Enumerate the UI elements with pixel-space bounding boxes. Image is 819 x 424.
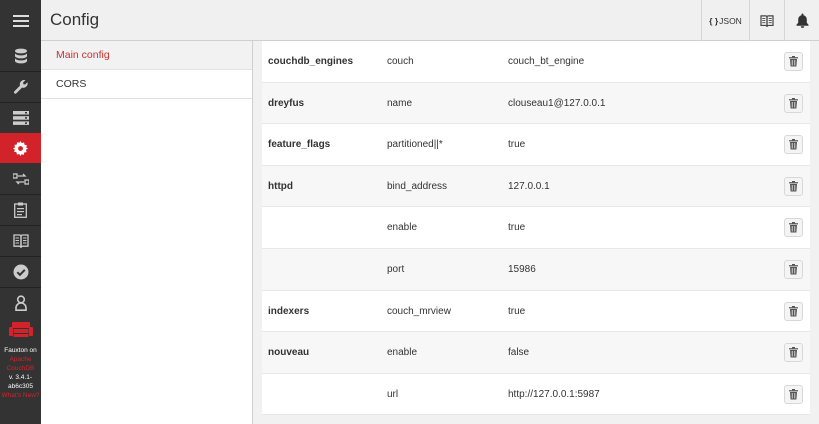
config-content: couchdb_engines couch couch_bt_engine dreyf… xyxy=(253,41,819,424)
database-icon[interactable] xyxy=(0,41,41,71)
notifications-button[interactable] xyxy=(784,0,819,41)
book-icon[interactable] xyxy=(0,226,41,256)
delete-option-button[interactable] xyxy=(784,135,803,155)
json-api-label: JSON xyxy=(719,15,742,26)
config-option[interactable]: port xyxy=(387,249,404,291)
footer-commit: ab6c305 xyxy=(8,383,33,390)
config-section: couchdb_engines xyxy=(268,56,354,67)
config-section: feature_flags xyxy=(268,139,331,151)
delete-option-button[interactable] xyxy=(784,52,803,71)
footer-version: v. 3.4.1- xyxy=(8,374,32,381)
config-value[interactable]: 15986 xyxy=(508,249,536,291)
config-option[interactable]: bind_address xyxy=(387,166,447,208)
book-icon xyxy=(760,14,774,27)
footer-fauxton-label: Fauxton on xyxy=(4,347,37,354)
config-row: feature_flags partitioned||* true xyxy=(262,124,810,166)
config-option[interactable]: enable xyxy=(387,332,417,374)
config-row: port 15986 xyxy=(262,248,810,291)
json-api-button[interactable]: { } JSON xyxy=(701,0,749,41)
sidebar-item-cors[interactable]: CORS xyxy=(41,70,252,99)
docs-button[interactable] xyxy=(749,0,784,41)
menu-icon[interactable] xyxy=(0,0,41,41)
page-header: Config { } JSON xyxy=(41,0,819,41)
config-option[interactable]: url xyxy=(387,374,398,416)
delete-option-button[interactable] xyxy=(784,259,803,279)
trash-icon xyxy=(789,56,798,67)
footer-apache-link[interactable]: Apache xyxy=(0,355,41,364)
config-row: couchdb_engines couch couch_bt_engine xyxy=(262,41,810,83)
trash-icon xyxy=(789,347,798,358)
delete-option-button[interactable] xyxy=(784,384,803,404)
replication-icon[interactable] xyxy=(0,164,41,194)
config-section: httpd xyxy=(268,180,293,192)
couchdb-logo-icon xyxy=(0,316,41,344)
server-icon[interactable] xyxy=(0,103,41,133)
delete-option-button[interactable] xyxy=(784,343,803,363)
config-value[interactable]: true xyxy=(508,207,525,249)
trash-icon xyxy=(789,305,798,317)
config-row: enable true xyxy=(262,207,810,249)
sidebar-item-main-config[interactable]: Main config xyxy=(41,41,252,70)
braces-icon: { } xyxy=(709,15,719,26)
footer-couchdb-link[interactable]: CouchDB xyxy=(0,364,41,373)
config-value[interactable]: true xyxy=(508,291,525,333)
config-value[interactable]: clouseau1@127.0.0.1 xyxy=(508,83,605,125)
config-row: nouveau enable false xyxy=(262,332,810,374)
version-footer: Fauxton on Apache CouchDB v. 3.4.1- ab6c… xyxy=(0,346,41,400)
trash-icon xyxy=(789,263,798,275)
config-sidebar: Main config CORS xyxy=(41,41,253,424)
config-option[interactable]: partitioned||* xyxy=(387,124,443,166)
config-row: url http://127.0.0.1:5987 xyxy=(262,373,810,416)
config-section: dreyfus xyxy=(268,97,305,109)
bell-icon xyxy=(796,13,808,28)
delete-option-button[interactable] xyxy=(784,93,803,113)
config-value[interactable]: http://127.0.0.1:5987 xyxy=(508,374,600,416)
config-option[interactable]: name xyxy=(387,83,412,125)
config-section: indexers xyxy=(268,305,310,317)
app-root: Fauxton on Apache CouchDB v. 3.4.1- ab6c… xyxy=(0,0,819,424)
delete-option-button[interactable] xyxy=(784,301,803,321)
config-value[interactable]: true xyxy=(508,124,525,166)
config-value[interactable]: couch_bt_engine xyxy=(508,41,584,83)
config-option[interactable]: couch xyxy=(387,41,414,83)
trash-icon xyxy=(789,222,798,233)
config-option[interactable]: enable xyxy=(387,207,417,249)
check-circle-icon[interactable] xyxy=(0,257,41,287)
page-title: Config xyxy=(50,10,100,29)
nav-rail: Fauxton on Apache CouchDB v. 3.4.1- ab6c… xyxy=(0,0,41,424)
config-row: httpd bind_address 127.0.0.1 xyxy=(262,165,810,208)
whats-new-link[interactable]: What's New? xyxy=(0,391,41,400)
config-row: indexers couch_mrview true xyxy=(262,290,810,333)
user-icon[interactable] xyxy=(0,288,41,318)
clipboard-icon[interactable] xyxy=(0,195,41,225)
trash-icon xyxy=(789,180,798,192)
gear-icon[interactable] xyxy=(0,133,41,163)
delete-option-button[interactable] xyxy=(784,218,803,238)
delete-option-button[interactable] xyxy=(784,176,803,196)
config-value[interactable]: false xyxy=(508,332,529,374)
trash-icon xyxy=(789,388,798,400)
config-option[interactable]: couch_mrview xyxy=(387,291,451,333)
trash-icon xyxy=(789,97,798,109)
config-value[interactable]: 127.0.0.1 xyxy=(508,166,550,208)
wrench-icon[interactable] xyxy=(0,72,41,102)
config-row: dreyfus name clouseau1@127.0.0.1 xyxy=(262,82,810,125)
trash-icon xyxy=(789,139,798,150)
config-table: couchdb_engines couch couch_bt_engine dreyf… xyxy=(262,41,810,416)
config-section: nouveau xyxy=(268,347,310,359)
